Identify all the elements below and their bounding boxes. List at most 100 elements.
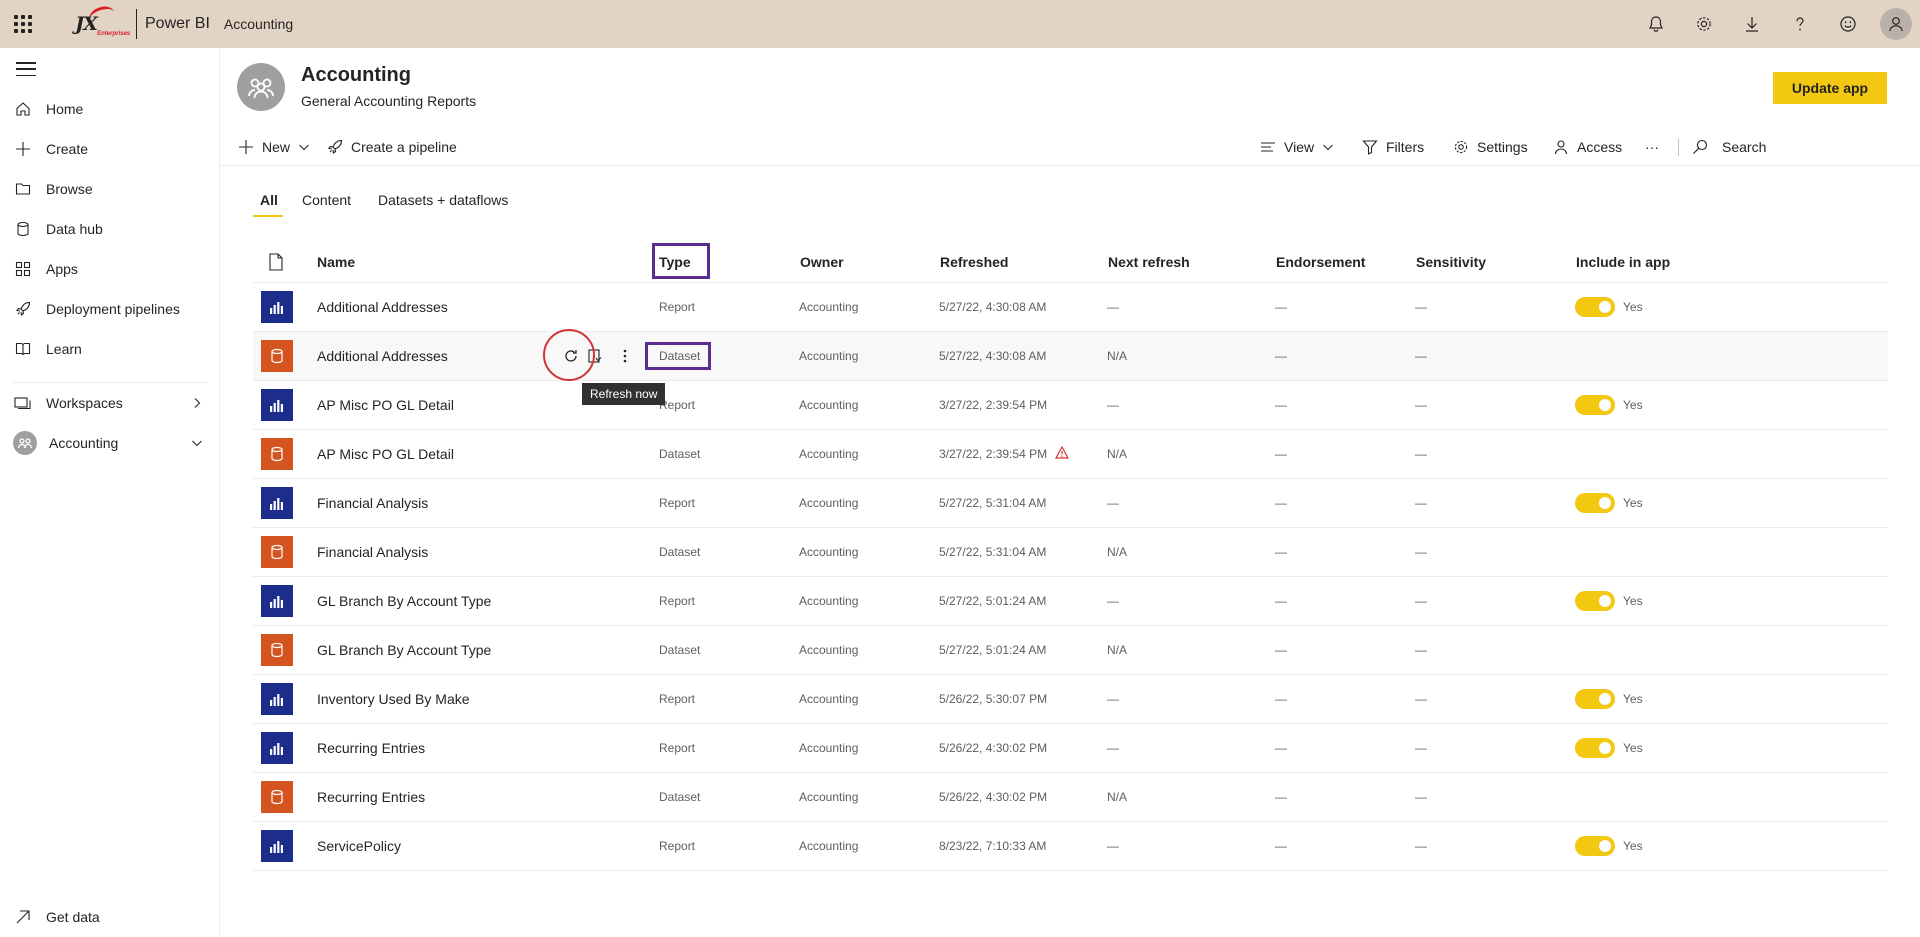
- warning-icon[interactable]: [1055, 445, 1070, 462]
- column-header-endorsement[interactable]: Endorsement: [1276, 241, 1365, 283]
- column-header-owner[interactable]: Owner: [800, 241, 844, 283]
- more-options-button[interactable]: ···: [1645, 130, 1659, 164]
- table-row[interactable]: Inventory Used By Make Report Accounting 5/…: [253, 675, 1888, 724]
- notifications-button[interactable]: [1632, 0, 1680, 48]
- settings-toolbar-button[interactable]: Settings: [1453, 130, 1528, 164]
- include-in-app-label: Yes: [1623, 741, 1643, 755]
- page-title: Accounting: [301, 64, 411, 86]
- feedback-button[interactable]: [1824, 0, 1872, 48]
- access-button[interactable]: Access: [1553, 130, 1622, 164]
- table-row[interactable]: Additional Addresses Dataset Accounting 5/2…: [253, 332, 1888, 381]
- sidebar-item-learn[interactable]: Learn: [0, 329, 219, 369]
- item-name-link[interactable]: AP Misc PO GL Detail: [317, 381, 454, 429]
- item-refreshed: 5/27/22, 5:31:04 AM: [939, 496, 1047, 510]
- access-label: Access: [1577, 139, 1623, 155]
- item-name-link[interactable]: GL Branch By Account Type: [317, 577, 491, 625]
- sidebar-item-get-data[interactable]: Get data: [0, 897, 219, 937]
- highlight-box-type-cell: [645, 342, 711, 370]
- include-in-app-label: Yes: [1623, 398, 1643, 412]
- settings-button[interactable]: [1680, 0, 1728, 48]
- item-name-link[interactable]: GL Branch By Account Type: [317, 626, 491, 674]
- sidebar-item-apps[interactable]: Apps: [0, 249, 219, 289]
- waffle-icon: [14, 15, 32, 33]
- hamburger-menu-button[interactable]: [16, 62, 36, 76]
- download-button[interactable]: [1728, 0, 1776, 48]
- item-endorsement: —: [1275, 496, 1287, 510]
- tab-all[interactable]: All: [260, 192, 278, 208]
- include-in-app-toggle[interactable]: [1575, 297, 1615, 317]
- sidebar-item-create[interactable]: Create: [0, 129, 219, 169]
- item-next-refresh: —: [1107, 692, 1119, 706]
- group-icon: [248, 78, 274, 99]
- sidebar-item-deployment-pipelines[interactable]: Deployment pipelines: [0, 289, 219, 329]
- table-row[interactable]: GL Branch By Account Type Report Accountin…: [253, 577, 1888, 626]
- account-button[interactable]: [1872, 0, 1920, 48]
- sidebar-item-home[interactable]: Home: [0, 89, 219, 129]
- include-in-app-toggle[interactable]: [1575, 836, 1615, 856]
- item-endorsement: —: [1275, 594, 1287, 608]
- item-name-link[interactable]: AP Misc PO GL Detail: [317, 430, 454, 478]
- table-row[interactable]: Additional Addresses Report Accounting 5/27…: [253, 283, 1888, 332]
- sidebar-item-current-workspace[interactable]: Accounting: [0, 423, 219, 463]
- item-name-link[interactable]: Recurring Entries: [317, 773, 425, 821]
- table-row[interactable]: AP Misc PO GL Detail Dataset Accounting 3/2…: [253, 430, 1888, 479]
- item-type: Report: [659, 741, 696, 755]
- app-launcher-button[interactable]: [0, 0, 46, 48]
- item-name-link[interactable]: Financial Analysis: [317, 528, 428, 576]
- item-next-refresh: N/A: [1107, 790, 1128, 804]
- item-name-link[interactable]: ServicePolicy: [317, 822, 401, 870]
- include-in-app-toggle[interactable]: [1575, 591, 1615, 611]
- table-row[interactable]: Financial Analysis Report Accounting 5/27/2…: [253, 479, 1888, 528]
- table-row[interactable]: ServicePolicy Report Accounting 8/23/22, 7:…: [253, 822, 1888, 871]
- help-button[interactable]: [1776, 0, 1824, 48]
- include-in-app-toggle[interactable]: [1575, 738, 1615, 758]
- include-in-app-toggle[interactable]: [1575, 493, 1615, 513]
- include-in-app-toggle[interactable]: [1575, 395, 1615, 415]
- include-in-app-toggle[interactable]: [1575, 689, 1615, 709]
- chevron-down-icon: [191, 436, 203, 452]
- sidebar-item-browse[interactable]: Browse: [0, 169, 219, 209]
- breadcrumb[interactable]: Accounting: [224, 16, 293, 32]
- view-button[interactable]: View: [1260, 130, 1334, 164]
- item-owner: Accounting: [799, 594, 859, 608]
- table-row[interactable]: AP Misc PO GL Detail Report Accounting 3/27…: [253, 381, 1888, 430]
- item-sensitivity: —: [1415, 643, 1427, 657]
- product-name[interactable]: Power BI: [145, 15, 210, 33]
- tab-datasets-dataflows[interactable]: Datasets + dataflows: [378, 192, 508, 208]
- table-row[interactable]: Recurring Entries Dataset Accounting 5/26/2…: [253, 773, 1888, 822]
- table-row[interactable]: GL Branch By Account Type Dataset Accounti…: [253, 626, 1888, 675]
- item-owner: Accounting: [799, 398, 859, 412]
- dataset-icon: [261, 340, 293, 372]
- tab-content[interactable]: Content: [302, 192, 351, 208]
- company-logo[interactable]: JX Enterprises: [46, 0, 130, 48]
- sidebar-item-workspaces[interactable]: Workspaces: [0, 383, 219, 423]
- item-name-link[interactable]: Additional Addresses: [317, 283, 448, 331]
- column-header-include-in-app[interactable]: Include in app: [1576, 241, 1670, 283]
- more-options-row-button[interactable]: [613, 344, 637, 368]
- column-header-refreshed[interactable]: Refreshed: [940, 241, 1008, 283]
- item-next-refresh: —: [1107, 496, 1119, 510]
- filters-button[interactable]: Filters: [1362, 130, 1424, 164]
- item-refreshed: 5/27/22, 5:01:24 AM: [939, 594, 1047, 608]
- sidebar-item-data-hub[interactable]: Data hub: [0, 209, 219, 249]
- table-row[interactable]: Recurring Entries Report Accounting 5/26/22…: [253, 724, 1888, 773]
- report-icon: [261, 830, 293, 862]
- column-header-name[interactable]: Name: [317, 241, 355, 283]
- settings-label: Settings: [1477, 139, 1528, 155]
- item-name-link[interactable]: Additional Addresses: [317, 332, 448, 380]
- update-app-button[interactable]: Update app: [1773, 72, 1887, 104]
- include-in-app-label: Yes: [1623, 692, 1643, 706]
- item-name-link[interactable]: Financial Analysis: [317, 479, 428, 527]
- column-header-next-refresh[interactable]: Next refresh: [1108, 241, 1190, 283]
- new-button[interactable]: New: [238, 130, 310, 164]
- item-name-link[interactable]: Inventory Used By Make: [317, 675, 470, 723]
- item-type: Report: [659, 839, 696, 853]
- item-endorsement: —: [1275, 643, 1287, 657]
- column-header-sensitivity[interactable]: Sensitivity: [1416, 241, 1486, 283]
- search-button[interactable]: Search: [1692, 130, 1766, 164]
- create-pipeline-button[interactable]: Create a pipeline: [327, 130, 457, 164]
- gear-icon: [1454, 140, 1468, 154]
- table-row[interactable]: Financial Analysis Dataset Accounting 5/27/…: [253, 528, 1888, 577]
- new-label: New: [262, 139, 291, 155]
- item-name-link[interactable]: Recurring Entries: [317, 724, 425, 772]
